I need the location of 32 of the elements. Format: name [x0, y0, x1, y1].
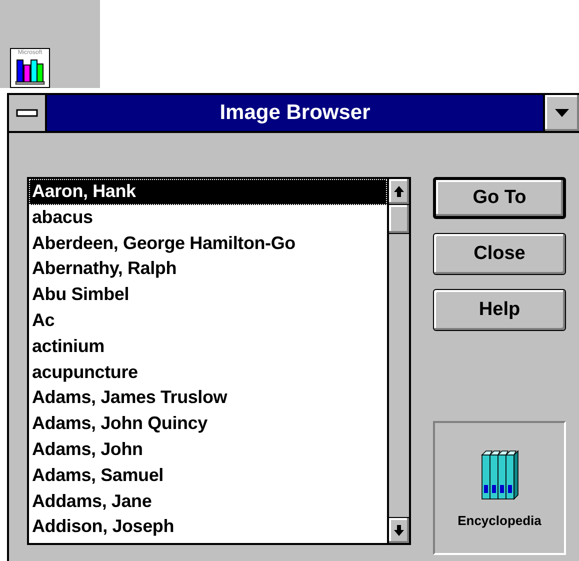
encyclopedia-books-icon	[480, 448, 520, 500]
list-item[interactable]: actinium	[29, 334, 387, 360]
list-item[interactable]: Adams, John Quincy	[29, 411, 387, 437]
list-item[interactable]: Ac	[29, 308, 387, 334]
dialog-button[interactable]: Help	[433, 289, 566, 331]
list-item[interactable]: Aberdeen, George Hamilton-Go	[29, 230, 387, 256]
books-icon	[15, 57, 45, 85]
list-item[interactable]: Adams, Samuel	[29, 462, 387, 489]
list-item[interactable]: Aaron, Hank	[29, 179, 387, 205]
list-item[interactable]: Abu Simbel	[29, 282, 387, 308]
dialog-button[interactable]: Close	[433, 233, 566, 275]
dialog-button[interactable]: Go To	[433, 177, 566, 219]
list-item[interactable]: abacus	[29, 204, 387, 231]
list-box[interactable]: Aaron, Hank abacus Aberdeen, George Hamilton-Go Abernathy, Ralph Abu Simbel Ac actinium acupuncture Adams, James Truslow Adams, John Quincy Adams, John Adams, Samuel Addams, Jane Addison, Joseph	[27, 177, 411, 545]
scroll-bar[interactable]	[387, 179, 409, 543]
source-label: Encyclopedia	[458, 512, 542, 528]
scroll-down-button[interactable]	[389, 517, 409, 543]
scroll-up-button[interactable]	[389, 179, 409, 205]
list-item[interactable]: Adams, John	[29, 436, 387, 463]
caret-icon	[555, 109, 569, 117]
up-arrow-icon	[394, 186, 404, 197]
list-item[interactable]: Adams, James Truslow	[29, 385, 387, 412]
minus-icon	[16, 109, 38, 117]
dropdown-button[interactable]	[543, 95, 579, 131]
down-arrow-icon	[394, 525, 404, 536]
list-item[interactable]: Addams, Jane	[29, 488, 387, 514]
list-item[interactable]: acupuncture	[29, 360, 387, 386]
list-item[interactable]: Abernathy, Ralph	[29, 256, 387, 282]
system-menu-button[interactable]	[9, 95, 47, 131]
list-item[interactable]: Addison, Joseph	[29, 514, 387, 540]
window-title: Image Browser	[218, 100, 372, 126]
scroll-thumb[interactable]	[389, 205, 409, 234]
